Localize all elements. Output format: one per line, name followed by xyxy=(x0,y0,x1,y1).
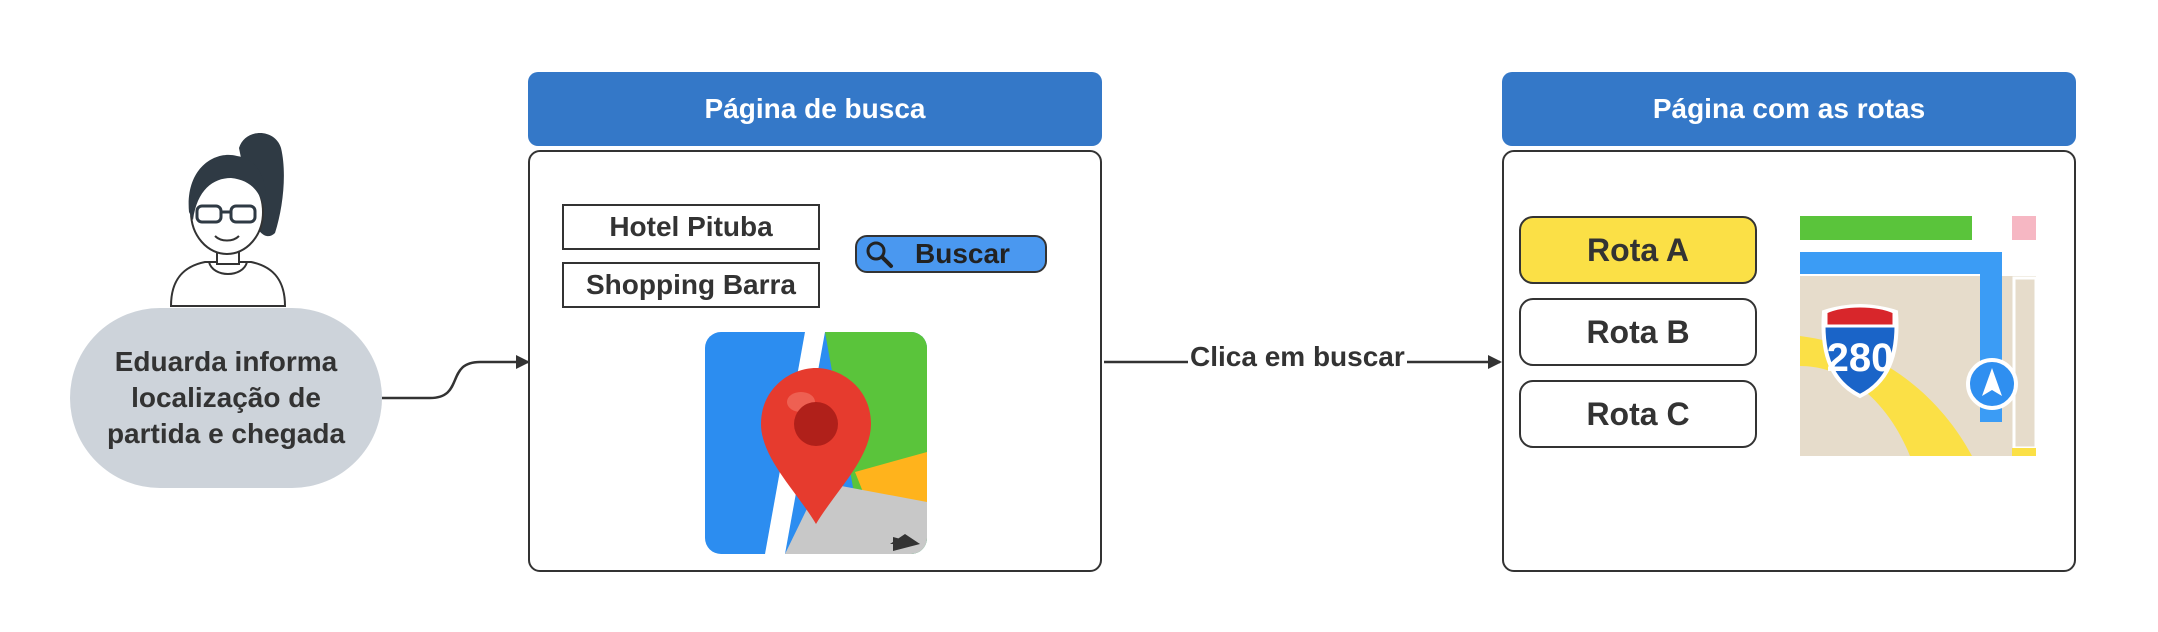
origin-field[interactable]: Hotel Pituba xyxy=(562,204,820,250)
persona-bubble: Eduarda informa localização de partida e… xyxy=(70,308,382,488)
search-button-label: Buscar xyxy=(915,238,1010,269)
persona-avatar xyxy=(169,133,287,307)
route-option-label: Rota B xyxy=(1586,313,1690,350)
origin-field-value: Hotel Pituba xyxy=(609,211,773,242)
search-button[interactable]: Buscar xyxy=(855,235,1047,273)
route-option-c[interactable]: Rota C xyxy=(1519,380,1757,448)
search-page-header: Página de busca xyxy=(528,72,1102,146)
search-page-title: Página de busca xyxy=(704,93,926,124)
interstate-shield-number: 280 xyxy=(1827,336,1894,380)
routes-page-title: Página com as rotas xyxy=(1652,93,1926,124)
route-option-label: Rota C xyxy=(1586,395,1690,432)
search-icon xyxy=(866,241,893,268)
destination-field-value: Shopping Barra xyxy=(585,269,796,300)
routes-page-header: Página com as rotas xyxy=(1502,72,2076,146)
persona-description: Eduarda informa localização de partida e… xyxy=(106,346,346,449)
route-map-thumbnail: 280 xyxy=(1800,216,2036,456)
search-to-routes-label: Clica em buscar xyxy=(1188,341,1407,373)
route-option-a[interactable]: Rota A xyxy=(1519,216,1757,284)
persona-to-search-connector xyxy=(382,355,530,400)
destination-field[interactable]: Shopping Barra xyxy=(562,262,820,308)
route-option-b[interactable]: Rota B xyxy=(1519,298,1757,366)
maps-app-icon xyxy=(705,332,927,554)
route-option-label: Rota A xyxy=(1587,231,1689,268)
